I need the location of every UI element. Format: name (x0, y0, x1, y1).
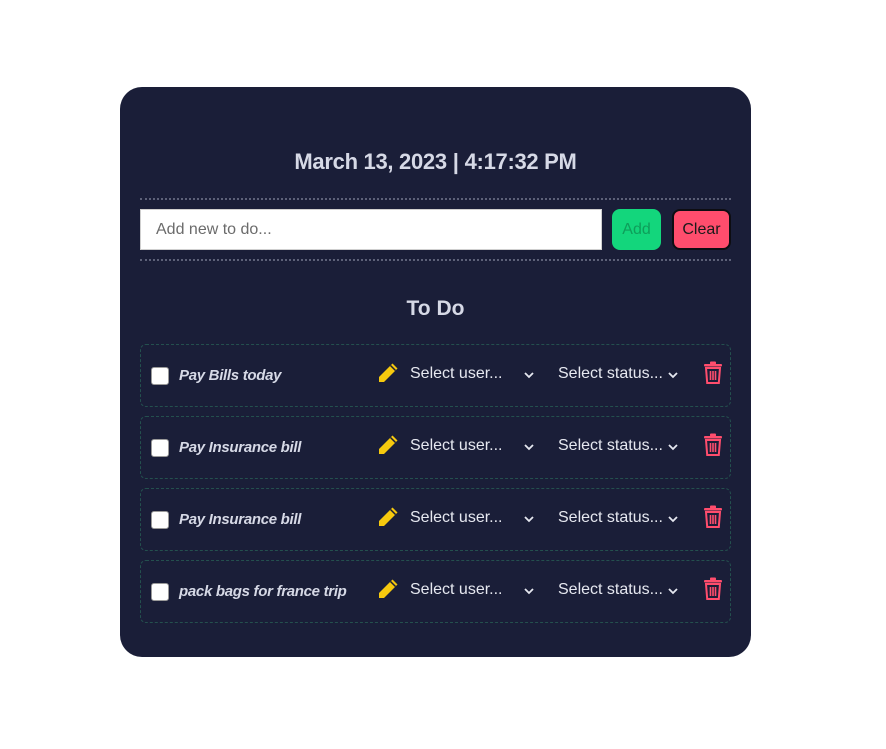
pencil-icon[interactable] (377, 362, 399, 384)
todo-card: March 13, 2023|4:17:32 PM Add Clear To D… (120, 87, 751, 657)
chevron-down-icon (524, 516, 534, 523)
chevron-down-icon (668, 516, 678, 523)
todo-text: pack bags for france trip (179, 583, 347, 600)
pencil-icon[interactable] (377, 434, 399, 456)
status-select-value: Select status... (558, 509, 663, 526)
add-button[interactable]: Add (612, 209, 661, 250)
todo-text: Pay Insurance bill (179, 511, 302, 528)
user-select-value: Select user... (410, 581, 503, 598)
todo-checkbox[interactable] (151, 366, 169, 385)
date-time-separator: | (452, 149, 459, 174)
new-todo-input[interactable] (140, 209, 602, 250)
chevron-down-icon (668, 444, 678, 451)
chevron-down-icon (524, 444, 534, 451)
trash-icon[interactable] (703, 505, 723, 528)
trash-icon[interactable] (703, 361, 723, 384)
section-title: To Do (406, 297, 465, 320)
user-select-value: Select user... (410, 365, 503, 382)
status-select-value: Select status... (558, 365, 663, 382)
add-todo-bar: Add Clear (140, 198, 731, 261)
pencil-icon[interactable] (377, 578, 399, 600)
status-select[interactable]: Select status... (558, 509, 683, 527)
time-text: 4:17:32 PM (464, 149, 577, 174)
chevron-down-icon (668, 588, 678, 595)
todo-checkbox[interactable] (151, 582, 169, 601)
user-select[interactable]: Select user... (410, 365, 538, 383)
todo-item: Pay Insurance bill Select user... Select… (140, 488, 731, 551)
todo-text: Pay Bills today (179, 367, 282, 384)
chevron-down-icon (524, 588, 534, 595)
status-select-value: Select status... (558, 581, 663, 598)
status-select[interactable]: Select status... (558, 365, 683, 383)
user-select-value: Select user... (410, 509, 503, 526)
todo-item: pack bags for france trip Select user...… (140, 560, 731, 623)
todo-list: Pay Bills today Select user... Select st… (140, 344, 731, 623)
todo-checkbox[interactable] (151, 510, 169, 529)
todo-checkbox[interactable] (151, 438, 169, 457)
trash-icon[interactable] (703, 577, 723, 600)
clear-button[interactable]: Clear (672, 209, 731, 250)
todo-text: Pay Insurance bill (179, 439, 302, 456)
todo-item: Pay Bills today Select user... Select st… (140, 344, 731, 407)
trash-icon[interactable] (703, 433, 723, 456)
user-select[interactable]: Select user... (410, 581, 538, 599)
status-select[interactable]: Select status... (558, 581, 683, 599)
chevron-down-icon (668, 372, 678, 379)
todo-item: Pay Insurance bill Select user... Select… (140, 416, 731, 479)
user-select[interactable]: Select user... (410, 437, 538, 455)
status-select[interactable]: Select status... (558, 437, 683, 455)
pencil-icon[interactable] (377, 506, 399, 528)
user-select[interactable]: Select user... (410, 509, 538, 527)
date-time-display: March 13, 2023 | 4:17:32 PM (140, 149, 731, 179)
chevron-down-icon (524, 372, 534, 379)
status-select-value: Select status... (558, 437, 663, 454)
user-select-value: Select user... (410, 437, 503, 454)
date-text: March 13, 2023 (294, 149, 447, 174)
